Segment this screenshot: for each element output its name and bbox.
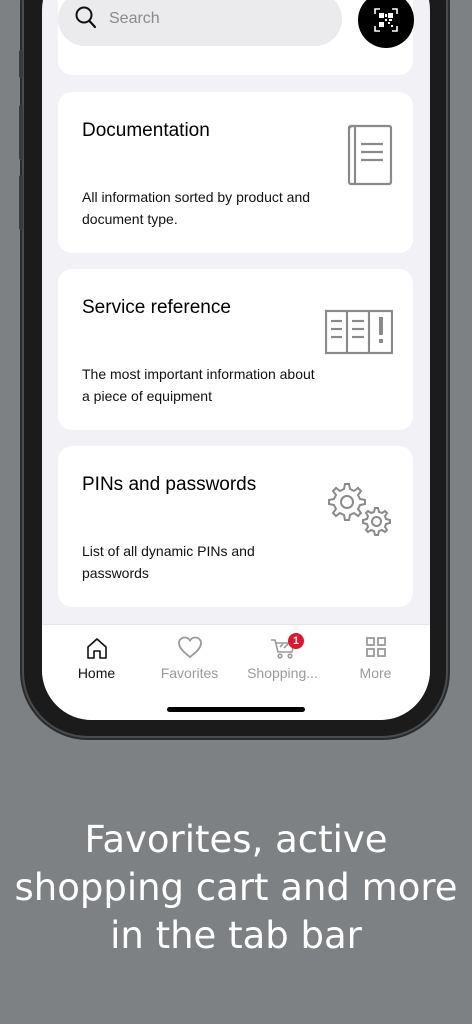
card-title: PINs and passwords	[82, 474, 257, 495]
home-icon	[86, 638, 107, 659]
tab-favorites[interactable]: Favorites	[141, 635, 238, 681]
pins-passwords-card[interactable]: PINs and passwords List of all dynamic P…	[58, 446, 413, 607]
tab-bar: Home Favorites 1 Shopping... More	[42, 624, 430, 720]
service-reference-card[interactable]: Service reference The most important inf…	[58, 269, 413, 430]
card-description: The most important information about a p…	[82, 366, 315, 404]
card-description: List of all dynamic PINs and passwords	[82, 543, 255, 581]
heart-icon	[177, 636, 202, 659]
promo-caption: Favorites, active shopping cart and more…	[14, 818, 458, 957]
service-panel-icon	[325, 309, 393, 355]
side-button	[19, 50, 23, 78]
gears-icon	[328, 483, 391, 536]
tab-more[interactable]: More	[327, 635, 424, 681]
grid-icon	[365, 637, 386, 657]
home-indicator	[167, 707, 305, 712]
tab-label: Shopping...	[247, 665, 318, 681]
book-icon	[347, 124, 393, 186]
tab-label: Favorites	[160, 665, 219, 681]
documentation-card[interactable]: Documentation All information sorted by …	[58, 92, 413, 253]
volume-down-button	[19, 175, 23, 230]
cart-badge: 1	[288, 633, 304, 649]
app-screen: Search Documentation All information sor…	[42, 0, 430, 720]
tab-label: Home	[77, 665, 116, 681]
search-bar[interactable]: Search	[58, 0, 342, 46]
card-title: Service reference	[82, 297, 231, 318]
card-description: All information sorted by product and do…	[82, 189, 311, 227]
search-icon	[75, 6, 97, 29]
qr-code-icon	[374, 8, 398, 32]
tab-home[interactable]: Home	[48, 635, 145, 681]
search-input[interactable]: Search	[109, 10, 160, 28]
tab-shopping[interactable]: 1 Shopping...	[234, 633, 331, 681]
card-title: Documentation	[82, 120, 210, 141]
tab-label: More	[359, 665, 392, 681]
volume-up-button	[19, 105, 23, 160]
